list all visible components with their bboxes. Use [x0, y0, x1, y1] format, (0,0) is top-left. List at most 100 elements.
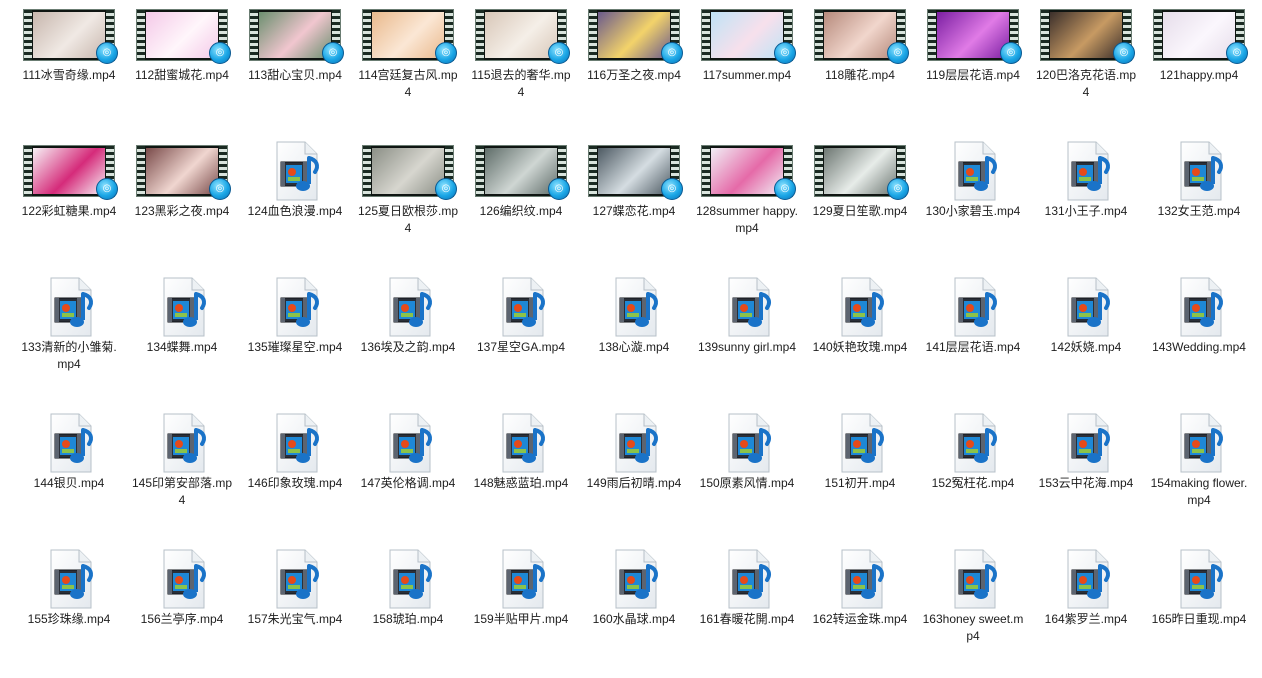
file-item[interactable]: 148魅惑蓝珀.mp4 [469, 412, 573, 542]
media-file-icon [582, 548, 686, 610]
file-item[interactable]: 135璀璨星空.mp4 [243, 276, 347, 406]
file-item[interactable]: ◎ 123黑彩之夜.mp4 [130, 140, 234, 270]
media-file-icon [152, 548, 212, 610]
file-item[interactable]: ◎ 118雕花.mp4 [808, 4, 912, 134]
media-file-icon [356, 548, 460, 610]
media-file-icon [943, 276, 1003, 338]
file-name-label: 155珍珠缘.mp4 [27, 612, 111, 626]
file-item[interactable]: 143Wedding.mp4 [1147, 276, 1251, 406]
film-strip-left [24, 10, 32, 60]
media-file-icon [921, 548, 1025, 610]
film-strip-left [815, 10, 823, 60]
video-preview-image [259, 12, 331, 58]
file-name-label: 162转运金珠.mp4 [812, 612, 908, 626]
file-name-label: 125夏日欧根莎.mp4 [357, 204, 459, 235]
file-item[interactable]: ◎ 119层层花语.mp4 [921, 4, 1025, 134]
file-name-label: 159半贴甲片.mp4 [473, 612, 569, 626]
file-name-label: 124血色浪漫.mp4 [247, 204, 343, 218]
video-thumbnail: ◎ [17, 140, 121, 202]
file-item[interactable]: 163honey sweet.mp4 [921, 548, 1025, 678]
file-item[interactable]: 158琥珀.mp4 [356, 548, 460, 678]
file-item[interactable]: 131小王子.mp4 [1034, 140, 1138, 270]
file-item[interactable]: ◎ 111冰雪奇缘.mp4 [17, 4, 121, 134]
film-reel-icon: ◎ [887, 42, 909, 64]
file-item[interactable]: 155珍珠缘.mp4 [17, 548, 121, 678]
file-name-label: 156兰亭序.mp4 [140, 612, 224, 626]
file-item[interactable]: 165昨日重现.mp4 [1147, 548, 1251, 678]
file-item[interactable]: 160水晶球.mp4 [582, 548, 686, 678]
video-thumbnail-frame: ◎ [23, 9, 118, 64]
file-item[interactable]: 161春暖花開.mp4 [695, 548, 799, 678]
file-item[interactable]: 152冤枉花.mp4 [921, 412, 1025, 542]
file-item[interactable]: ◎ 115退去的奢华.mp4 [469, 4, 573, 134]
file-item[interactable]: 146印象玫瑰.mp4 [243, 412, 347, 542]
file-item[interactable]: 139sunny girl.mp4 [695, 276, 799, 406]
file-item[interactable]: 145印第安部落.mp4 [130, 412, 234, 542]
file-name-label: 144银贝.mp4 [33, 476, 105, 490]
file-name-label: 129夏日笙歌.mp4 [812, 204, 908, 218]
file-item[interactable]: 141层层花语.mp4 [921, 276, 1025, 406]
file-item[interactable]: 144银贝.mp4 [17, 412, 121, 542]
file-item[interactable]: ◎ 114宫廷复古风.mp4 [356, 4, 460, 134]
video-thumbnail: ◎ [356, 140, 460, 202]
video-preview-image [1163, 12, 1235, 58]
file-item[interactable]: 147英伦格调.mp4 [356, 412, 460, 542]
file-item[interactable]: 153云中花海.mp4 [1034, 412, 1138, 542]
media-file-icon [695, 548, 799, 610]
file-item[interactable]: ◎ 121happy.mp4 [1147, 4, 1251, 134]
file-item[interactable]: ◎ 129夏日笙歌.mp4 [808, 140, 912, 270]
media-file-icon [152, 276, 212, 338]
file-item[interactable]: 140妖艳玫瑰.mp4 [808, 276, 912, 406]
file-grid: ◎ 111冰雪奇缘.mp4 ◎ 112甜蜜城花.mp4 ◎ 113甜心宝贝.mp4 ◎ 114… [0, 0, 1262, 654]
file-name-label: 140妖艳玫瑰.mp4 [812, 340, 908, 354]
media-file-icon [1169, 412, 1229, 474]
file-item[interactable]: 133清新的小雏菊.mp4 [17, 276, 121, 406]
file-item[interactable]: 150原素风情.mp4 [695, 412, 799, 542]
file-item[interactable]: 156兰亭序.mp4 [130, 548, 234, 678]
file-name-label: 158琥珀.mp4 [372, 612, 444, 626]
file-item[interactable]: 134蝶舞.mp4 [130, 276, 234, 406]
file-item[interactable]: ◎ 127蝶恋花.mp4 [582, 140, 686, 270]
file-name-label: 165昨日重现.mp4 [1151, 612, 1247, 626]
video-preview-image [711, 12, 783, 58]
file-item[interactable]: 164紫罗兰.mp4 [1034, 548, 1138, 678]
file-item[interactable]: ◎ 122彩虹糖果.mp4 [17, 140, 121, 270]
file-item[interactable]: 151初开.mp4 [808, 412, 912, 542]
file-name-label: 161春暖花開.mp4 [699, 612, 795, 626]
file-item[interactable]: 162转运金珠.mp4 [808, 548, 912, 678]
file-item[interactable]: 137星空GA.mp4 [469, 276, 573, 406]
file-name-label: 135璀璨星空.mp4 [247, 340, 343, 354]
video-thumbnail-frame: ◎ [249, 9, 344, 64]
file-item[interactable]: 132女王范.mp4 [1147, 140, 1251, 270]
file-item[interactable]: ◎ 113甜心宝贝.mp4 [243, 4, 347, 134]
file-item[interactable]: ◎ 112甜蜜城花.mp4 [130, 4, 234, 134]
video-thumbnail: ◎ [356, 4, 460, 66]
film-reel-icon: ◎ [1113, 42, 1135, 64]
file-item[interactable]: ◎ 128summer happy.mp4 [695, 140, 799, 270]
media-file-icon [1056, 140, 1116, 202]
file-item[interactable]: 159半贴甲片.mp4 [469, 548, 573, 678]
file-name-label: 141层层花语.mp4 [925, 340, 1021, 354]
file-item[interactable]: 130小家碧玉.mp4 [921, 140, 1025, 270]
file-item[interactable]: 154making flower.mp4 [1147, 412, 1251, 542]
file-name-label: 134蝶舞.mp4 [146, 340, 218, 354]
video-thumbnail-frame: ◎ [475, 145, 570, 200]
media-file-icon [830, 276, 890, 338]
file-item[interactable]: ◎ 125夏日欧根莎.mp4 [356, 140, 460, 270]
media-file-icon [808, 548, 912, 610]
video-preview-image [146, 148, 218, 194]
file-item[interactable]: ◎ 117summer.mp4 [695, 4, 799, 134]
video-thumbnail-frame: ◎ [701, 145, 796, 200]
file-item[interactable]: ◎ 126编织纹.mp4 [469, 140, 573, 270]
file-item[interactable]: 149雨后初晴.mp4 [582, 412, 686, 542]
media-file-icon [469, 276, 573, 338]
file-item[interactable]: ◎ 116万圣之夜.mp4 [582, 4, 686, 134]
file-name-label: 123黑彩之夜.mp4 [134, 204, 230, 218]
file-item[interactable]: 124血色浪漫.mp4 [243, 140, 347, 270]
file-item[interactable]: 157朱光宝气.mp4 [243, 548, 347, 678]
file-item[interactable]: 138心漩.mp4 [582, 276, 686, 406]
file-item[interactable]: ◎ 120巴洛克花语.mp4 [1034, 4, 1138, 134]
file-item[interactable]: 142妖娆.mp4 [1034, 276, 1138, 406]
file-item[interactable]: 136埃及之韵.mp4 [356, 276, 460, 406]
file-name-label: 153云中花海.mp4 [1038, 476, 1134, 490]
